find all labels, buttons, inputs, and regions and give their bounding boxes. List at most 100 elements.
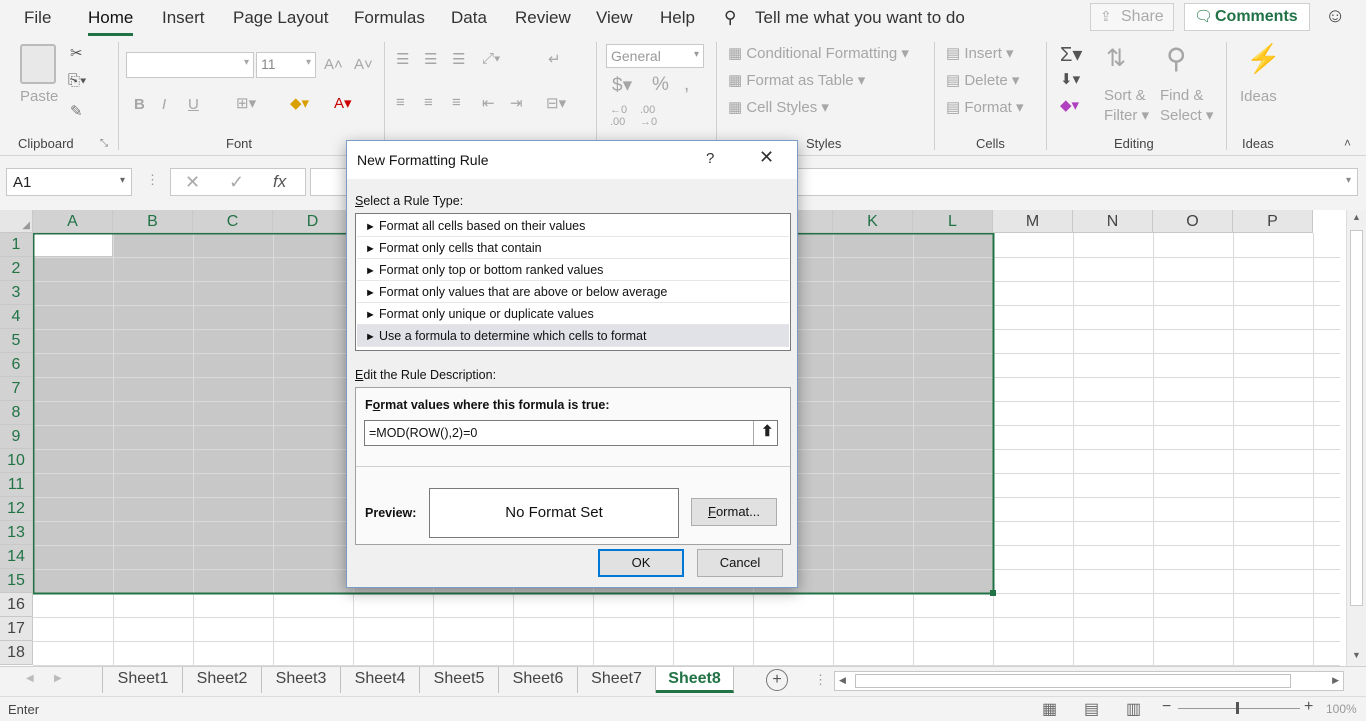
- column-header[interactable]: K: [833, 210, 913, 233]
- smiley-icon[interactable]: ☺: [1325, 5, 1345, 28]
- decrease-decimal-icon[interactable]: .00 →0: [640, 104, 657, 128]
- row-header[interactable]: 13: [0, 521, 33, 545]
- sheet-tab[interactable]: Sheet4: [341, 667, 420, 693]
- align-center-icon[interactable]: ≡: [424, 94, 433, 111]
- tab-formulas[interactable]: Formulas: [354, 8, 425, 28]
- format-as-table-button[interactable]: ▦ Format as Table ▾: [728, 71, 865, 89]
- close-icon[interactable]: ✕: [759, 147, 774, 168]
- cell-styles-button[interactable]: ▦ Cell Styles ▾: [728, 98, 829, 116]
- comma-icon[interactable]: ,: [684, 74, 689, 96]
- borders-icon[interactable]: ⊞▾: [236, 94, 256, 112]
- vertical-scrollbar[interactable]: ▲ ▼: [1346, 210, 1366, 666]
- cancel-button[interactable]: Cancel: [697, 549, 783, 577]
- fill-icon[interactable]: ⬇▾: [1060, 70, 1080, 88]
- fill-handle[interactable]: [990, 590, 996, 596]
- help-icon[interactable]: ?: [706, 150, 714, 167]
- tab-review[interactable]: Review: [515, 8, 571, 28]
- autosum-icon[interactable]: Σ▾: [1060, 42, 1082, 67]
- collapse-dialog-icon[interactable]: ⬆: [761, 422, 774, 440]
- font-name-select[interactable]: ▾: [126, 52, 254, 78]
- row-header[interactable]: 5: [0, 329, 33, 353]
- column-header[interactable]: O: [1153, 210, 1233, 233]
- page-layout-view-icon[interactable]: ▤: [1084, 699, 1099, 719]
- format-painter-icon[interactable]: ✎: [70, 102, 83, 120]
- rule-type-item[interactable]: ► Format only values that are above or be…: [357, 281, 789, 303]
- middle-align-icon[interactable]: ☰: [424, 50, 437, 68]
- row-header[interactable]: 12: [0, 497, 33, 521]
- rule-type-item[interactable]: ► Use a formula to determine which cells …: [357, 325, 789, 347]
- wrap-text-icon[interactable]: ↵: [548, 50, 561, 68]
- row-header[interactable]: 11: [0, 473, 33, 497]
- scroll-up-icon[interactable]: ▲: [1352, 212, 1361, 222]
- add-sheet-icon[interactable]: +: [766, 669, 788, 691]
- column-header[interactable]: A: [33, 210, 113, 233]
- select-all-corner[interactable]: ◢: [0, 210, 33, 233]
- zoom-slider[interactable]: [1178, 708, 1300, 709]
- rule-type-item[interactable]: ► Format only unique or duplicate values: [357, 303, 789, 325]
- column-header[interactable]: L: [913, 210, 993, 233]
- font-size-select[interactable]: 11 ▾: [256, 52, 316, 78]
- next-sheet-icon[interactable]: ▶: [54, 673, 62, 684]
- currency-icon[interactable]: $▾: [612, 74, 632, 97]
- fill-color-icon[interactable]: ◆▾: [290, 94, 309, 112]
- row-header[interactable]: 17: [0, 617, 33, 641]
- italic-button[interactable]: I: [162, 96, 166, 113]
- row-header[interactable]: 1: [0, 233, 33, 257]
- row-header[interactable]: 18: [0, 641, 33, 665]
- rule-type-item[interactable]: ► Format only top or bottom ranked values: [357, 259, 789, 281]
- increase-decimal-icon[interactable]: ←0.00: [610, 104, 627, 128]
- scroll-left-icon[interactable]: ◀: [839, 675, 846, 686]
- tab-file[interactable]: File: [24, 8, 51, 28]
- row-header[interactable]: 3: [0, 281, 33, 305]
- font-color-icon[interactable]: A▾: [334, 94, 352, 112]
- column-header[interactable]: C: [193, 210, 273, 233]
- collapse-ribbon-icon[interactable]: ˄: [1344, 136, 1351, 150]
- name-box[interactable]: A1 ▾: [6, 168, 132, 196]
- zoom-in-icon[interactable]: +: [1304, 698, 1313, 716]
- confirm-entry-icon[interactable]: ✓: [229, 172, 244, 193]
- percent-icon[interactable]: %: [652, 74, 669, 96]
- normal-view-icon[interactable]: ▦: [1042, 699, 1057, 719]
- formula-input-field[interactable]: =MOD(ROW(),2)=0 ⬆: [364, 420, 778, 446]
- row-header[interactable]: 6: [0, 353, 33, 377]
- column-header[interactable]: M: [993, 210, 1073, 233]
- rule-type-item[interactable]: ► Format all cells based on their values: [357, 215, 789, 237]
- expand-formula-icon[interactable]: ▾: [1346, 175, 1351, 186]
- row-header[interactable]: 10: [0, 449, 33, 473]
- row-header[interactable]: 9: [0, 425, 33, 449]
- increase-indent-icon[interactable]: ⇥: [510, 94, 523, 112]
- zoom-out-icon[interactable]: −: [1162, 698, 1171, 716]
- bold-button[interactable]: B: [134, 96, 145, 113]
- insert-cells-button[interactable]: ▤ Insert ▾: [946, 44, 1014, 62]
- find-select-button[interactable]: Find & Select ▾: [1160, 86, 1213, 126]
- clear-icon[interactable]: ◆▾: [1060, 96, 1079, 114]
- orientation-icon[interactable]: ⤢▾: [482, 50, 500, 67]
- scroll-down-icon[interactable]: ▼: [1352, 650, 1361, 660]
- column-header[interactable]: B: [113, 210, 193, 233]
- column-header[interactable]: D: [273, 210, 353, 233]
- tab-view[interactable]: View: [596, 8, 633, 28]
- sort-filter-button[interactable]: Sort & Filter ▾: [1104, 86, 1149, 126]
- tab-help[interactable]: Help: [660, 8, 695, 28]
- bottom-align-icon[interactable]: ☰: [452, 50, 465, 68]
- column-header[interactable]: P: [1233, 210, 1313, 233]
- horizontal-scrollbar[interactable]: ◀ ▶: [834, 671, 1344, 691]
- sheet-tab[interactable]: Sheet2: [183, 667, 262, 693]
- copy-icon[interactable]: ⎘▾: [68, 72, 86, 89]
- format-button[interactable]: Format...: [691, 498, 777, 526]
- paste-button[interactable]: Paste: [20, 88, 58, 105]
- rule-type-list[interactable]: ► Format all cells based on their values ►…: [355, 213, 791, 351]
- zoom-slider-thumb[interactable]: [1236, 702, 1239, 714]
- rule-type-item[interactable]: ► Format only cells that contain: [357, 237, 789, 259]
- align-left-icon[interactable]: ≡: [396, 94, 405, 111]
- row-header[interactable]: 7: [0, 377, 33, 401]
- tab-page-layout[interactable]: Page Layout: [233, 8, 328, 28]
- sheet-tab[interactable]: Sheet7: [578, 667, 656, 693]
- row-header[interactable]: 4: [0, 305, 33, 329]
- top-align-icon[interactable]: ☰: [396, 50, 409, 68]
- active-cell[interactable]: [34, 234, 112, 256]
- format-cells-button[interactable]: ▤ Format ▾: [946, 98, 1024, 116]
- row-header[interactable]: 16: [0, 593, 33, 617]
- row-header[interactable]: 14: [0, 545, 33, 569]
- prev-sheet-icon[interactable]: ◀: [26, 673, 34, 684]
